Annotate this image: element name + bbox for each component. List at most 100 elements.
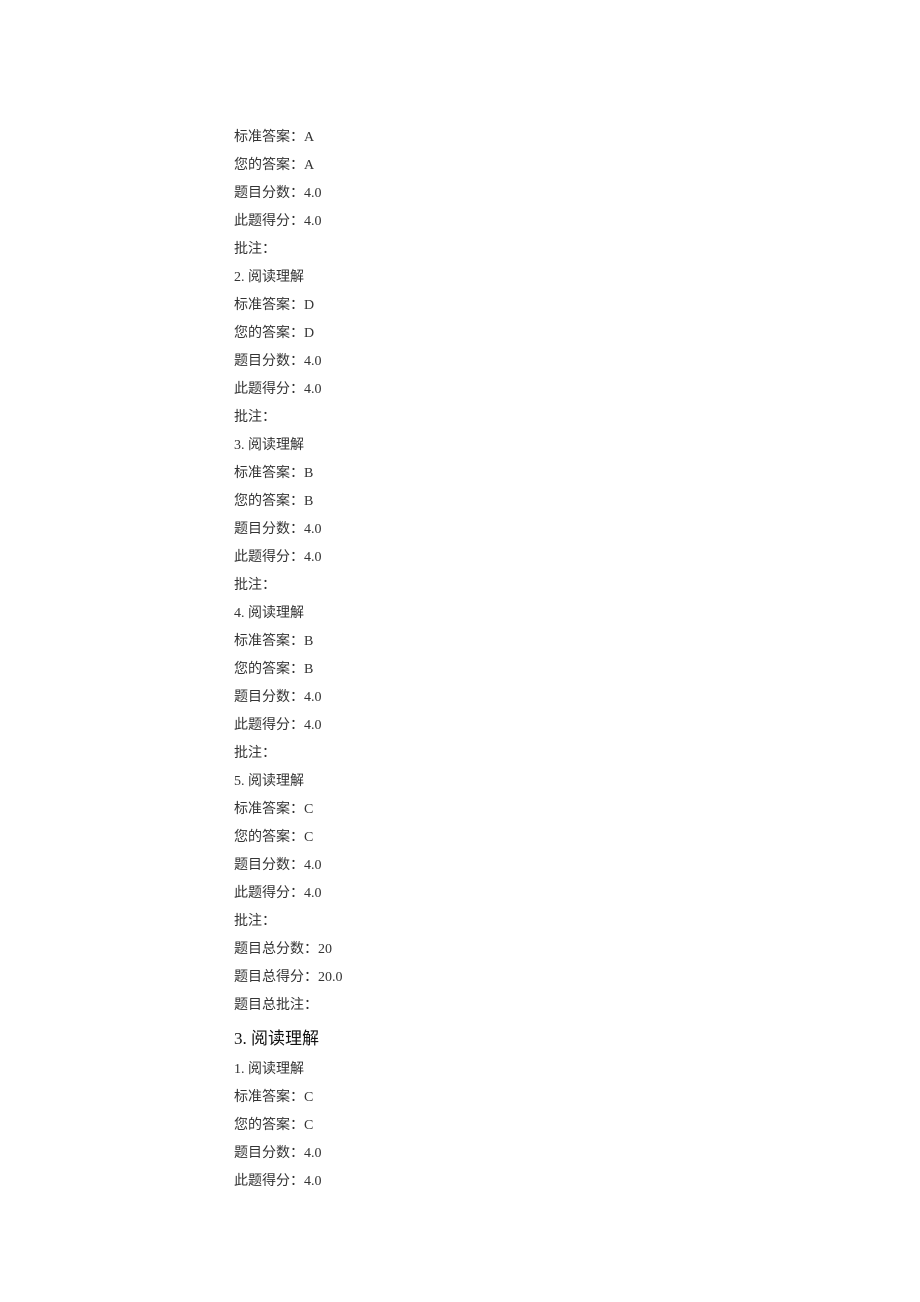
label-your-answer: 您的答案： <box>234 158 304 173</box>
answer-line: 您的答案：D <box>234 320 920 348</box>
question-title: 阅读理解 <box>248 270 304 285</box>
question-number: 2. <box>234 270 245 285</box>
answer-line: 批注： <box>234 404 920 432</box>
answer-line: 您的答案：B <box>234 656 920 684</box>
answer-line: 此题得分：4.0 <box>234 544 920 572</box>
value-question-points: 4.0 <box>304 186 322 201</box>
question-header: 5. 阅读理解 <box>234 768 920 796</box>
answer-line: 此题得分：4.0 <box>234 376 920 404</box>
value-question-points: 4.0 <box>304 858 322 873</box>
value-standard-answer: B <box>304 634 313 649</box>
label-total-note: 题目总批注： <box>234 998 318 1013</box>
label-question-points: 题目分数： <box>234 522 304 537</box>
label-scored-points: 此题得分： <box>234 382 304 397</box>
answer-line: 您的答案：C <box>234 1112 920 1140</box>
answer-line: 此题得分：4.0 <box>234 1168 920 1196</box>
answer-line: 批注： <box>234 908 920 936</box>
question-title: 阅读理解 <box>248 606 304 621</box>
value-total-scored: 20.0 <box>318 970 343 985</box>
answer-line: 标准答案：C <box>234 796 920 824</box>
question-number: 5. <box>234 774 245 789</box>
label-note: 批注： <box>234 746 276 761</box>
label-scored-points: 此题得分： <box>234 718 304 733</box>
question-header: 2. 阅读理解 <box>234 264 920 292</box>
label-standard-answer: 标准答案： <box>234 634 304 649</box>
label-your-answer: 您的答案： <box>234 1118 304 1133</box>
label-question-points: 题目分数： <box>234 858 304 873</box>
question-header: 4. 阅读理解 <box>234 600 920 628</box>
value-standard-answer: B <box>304 466 313 481</box>
value-scored-points: 4.0 <box>304 214 322 229</box>
answer-line: 批注： <box>234 740 920 768</box>
answer-line: 标准答案：B <box>234 460 920 488</box>
question-number: 1. <box>234 1062 245 1077</box>
value-your-answer: B <box>304 494 313 509</box>
answer-line: 标准答案：A <box>234 124 920 152</box>
answer-line: 题目分数：4.0 <box>234 1140 920 1168</box>
question-title: 阅读理解 <box>248 1062 304 1077</box>
question-number: 4. <box>234 606 245 621</box>
value-question-points: 4.0 <box>304 690 322 705</box>
label-note: 批注： <box>234 410 276 425</box>
answer-line: 您的答案：C <box>234 824 920 852</box>
answer-line: 此题得分：4.0 <box>234 712 920 740</box>
label-question-points: 题目分数： <box>234 354 304 369</box>
value-your-answer: A <box>304 158 314 173</box>
answer-line: 批注： <box>234 572 920 600</box>
answer-line: 题目分数：4.0 <box>234 180 920 208</box>
total-line: 题目总批注： <box>234 992 920 1020</box>
answer-line: 题目分数：4.0 <box>234 348 920 376</box>
question-title: 阅读理解 <box>248 438 304 453</box>
answer-line: 题目分数：4.0 <box>234 852 920 880</box>
answer-line: 标准答案：D <box>234 292 920 320</box>
answer-line: 您的答案：B <box>234 488 920 516</box>
label-question-points: 题目分数： <box>234 186 304 201</box>
label-note: 批注： <box>234 242 276 257</box>
value-total-points: 20 <box>318 942 332 957</box>
document-page: 标准答案：A 您的答案：A 题目分数：4.0 此题得分：4.0 批注： 2. 阅… <box>0 0 920 1196</box>
value-standard-answer: D <box>304 298 314 313</box>
question-title: 阅读理解 <box>248 774 304 789</box>
value-standard-answer: A <box>304 130 314 145</box>
label-question-points: 题目分数： <box>234 1146 304 1161</box>
label-scored-points: 此题得分： <box>234 1174 304 1189</box>
question-header: 1. 阅读理解 <box>234 1056 920 1084</box>
label-standard-answer: 标准答案： <box>234 466 304 481</box>
total-line: 题目总分数：20 <box>234 936 920 964</box>
answer-line: 您的答案：A <box>234 152 920 180</box>
label-standard-answer: 标准答案： <box>234 130 304 145</box>
value-scored-points: 4.0 <box>304 550 322 565</box>
label-standard-answer: 标准答案： <box>234 1090 304 1105</box>
value-standard-answer: C <box>304 802 313 817</box>
answer-line: 此题得分：4.0 <box>234 208 920 236</box>
value-your-answer: D <box>304 326 314 341</box>
label-note: 批注： <box>234 914 276 929</box>
answer-line: 标准答案：C <box>234 1084 920 1112</box>
value-your-answer: C <box>304 830 313 845</box>
label-your-answer: 您的答案： <box>234 494 304 509</box>
question-header: 3. 阅读理解 <box>234 432 920 460</box>
question-number: 3. <box>234 438 245 453</box>
value-your-answer: C <box>304 1118 313 1133</box>
section-heading: 3. 阅读理解 <box>234 1022 920 1056</box>
value-standard-answer: C <box>304 1090 313 1105</box>
label-your-answer: 您的答案： <box>234 326 304 341</box>
label-note: 批注： <box>234 578 276 593</box>
answer-line: 标准答案：B <box>234 628 920 656</box>
label-scored-points: 此题得分： <box>234 886 304 901</box>
label-total-scored: 题目总得分： <box>234 970 318 985</box>
label-your-answer: 您的答案： <box>234 662 304 677</box>
value-scored-points: 4.0 <box>304 718 322 733</box>
total-line: 题目总得分：20.0 <box>234 964 920 992</box>
label-standard-answer: 标准答案： <box>234 802 304 817</box>
answer-line: 批注： <box>234 236 920 264</box>
label-total-points: 题目总分数： <box>234 942 318 957</box>
answer-line: 题目分数：4.0 <box>234 516 920 544</box>
value-question-points: 4.0 <box>304 522 322 537</box>
label-question-points: 题目分数： <box>234 690 304 705</box>
label-scored-points: 此题得分： <box>234 214 304 229</box>
value-scored-points: 4.0 <box>304 382 322 397</box>
value-scored-points: 4.0 <box>304 1174 322 1189</box>
value-scored-points: 4.0 <box>304 886 322 901</box>
value-your-answer: B <box>304 662 313 677</box>
